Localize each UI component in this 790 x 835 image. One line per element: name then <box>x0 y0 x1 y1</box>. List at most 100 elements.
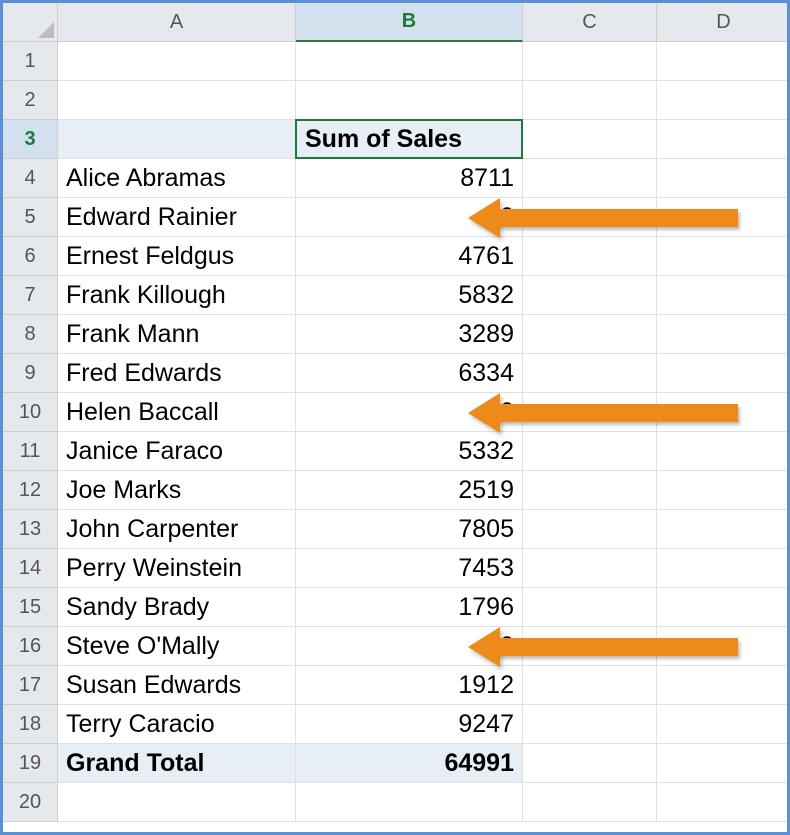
row-header-19[interactable]: 19 <box>3 744 58 783</box>
cell-B8[interactable]: 3289 <box>296 315 523 354</box>
spreadsheet-grid[interactable]: ABCD123Sum of Sales4Alice Abramas87115Ed… <box>3 3 787 822</box>
cell-C12[interactable] <box>523 471 657 510</box>
col-header-A[interactable]: A <box>58 3 296 42</box>
cell-D6[interactable] <box>657 237 790 276</box>
cell-D20[interactable] <box>657 783 790 822</box>
cell-A12[interactable]: Joe Marks <box>58 471 296 510</box>
row-header-16[interactable]: 16 <box>3 627 58 666</box>
cell-B5[interactable]: 0 <box>296 198 523 237</box>
cell-D14[interactable] <box>657 549 790 588</box>
cell-D19[interactable] <box>657 744 790 783</box>
cell-B19[interactable]: 64991 <box>296 744 523 783</box>
row-header-11[interactable]: 11 <box>3 432 58 471</box>
col-header-D[interactable]: D <box>657 3 790 42</box>
row-header-12[interactable]: 12 <box>3 471 58 510</box>
cell-B10[interactable]: 0 <box>296 393 523 432</box>
cell-C5[interactable] <box>523 198 657 237</box>
cell-A8[interactable]: Frank Mann <box>58 315 296 354</box>
cell-B2[interactable] <box>296 81 523 120</box>
row-header-13[interactable]: 13 <box>3 510 58 549</box>
cell-A13[interactable]: John Carpenter <box>58 510 296 549</box>
row-header-1[interactable]: 1 <box>3 42 58 81</box>
cell-A7[interactable]: Frank Killough <box>58 276 296 315</box>
cell-C6[interactable] <box>523 237 657 276</box>
cell-A20[interactable] <box>58 783 296 822</box>
cell-D7[interactable] <box>657 276 790 315</box>
cell-C16[interactable] <box>523 627 657 666</box>
cell-C17[interactable] <box>523 666 657 705</box>
cell-B15[interactable]: 1796 <box>296 588 523 627</box>
cell-B3[interactable]: Sum of Sales <box>295 119 523 159</box>
cell-B1[interactable] <box>296 42 523 81</box>
row-header-18[interactable]: 18 <box>3 705 58 744</box>
cell-C2[interactable] <box>523 81 657 120</box>
row-header-4[interactable]: 4 <box>3 159 58 198</box>
cell-A15[interactable]: Sandy Brady <box>58 588 296 627</box>
cell-A2[interactable] <box>58 81 296 120</box>
cell-C10[interactable] <box>523 393 657 432</box>
cell-A16[interactable]: Steve O'Mally <box>58 627 296 666</box>
cell-C15[interactable] <box>523 588 657 627</box>
col-header-C[interactable]: C <box>523 3 657 42</box>
row-header-20[interactable]: 20 <box>3 783 58 822</box>
cell-A10[interactable]: Helen Baccall <box>58 393 296 432</box>
col-header-B[interactable]: B <box>296 3 523 42</box>
cell-C14[interactable] <box>523 549 657 588</box>
row-header-5[interactable]: 5 <box>3 198 58 237</box>
cell-B4[interactable]: 8711 <box>296 159 523 198</box>
cell-D2[interactable] <box>657 81 790 120</box>
cell-B13[interactable]: 7805 <box>296 510 523 549</box>
cell-C7[interactable] <box>523 276 657 315</box>
cell-B14[interactable]: 7453 <box>296 549 523 588</box>
cell-A6[interactable]: Ernest Feldgus <box>58 237 296 276</box>
cell-D11[interactable] <box>657 432 790 471</box>
cell-A14[interactable]: Perry Weinstein <box>58 549 296 588</box>
cell-A11[interactable]: Janice Faraco <box>58 432 296 471</box>
cell-A5[interactable]: Edward Rainier <box>58 198 296 237</box>
row-header-6[interactable]: 6 <box>3 237 58 276</box>
cell-A19[interactable]: Grand Total <box>58 744 296 783</box>
row-header-7[interactable]: 7 <box>3 276 58 315</box>
cell-C20[interactable] <box>523 783 657 822</box>
cell-A9[interactable]: Fred Edwards <box>58 354 296 393</box>
row-header-17[interactable]: 17 <box>3 666 58 705</box>
row-header-14[interactable]: 14 <box>3 549 58 588</box>
cell-C8[interactable] <box>523 315 657 354</box>
cell-D9[interactable] <box>657 354 790 393</box>
row-header-8[interactable]: 8 <box>3 315 58 354</box>
row-header-2[interactable]: 2 <box>3 81 58 120</box>
cell-C13[interactable] <box>523 510 657 549</box>
cell-D16[interactable] <box>657 627 790 666</box>
select-all-corner[interactable] <box>3 3 58 42</box>
cell-B11[interactable]: 5332 <box>296 432 523 471</box>
cell-D12[interactable] <box>657 471 790 510</box>
cell-C3[interactable] <box>523 120 657 159</box>
cell-C4[interactable] <box>523 159 657 198</box>
cell-D17[interactable] <box>657 666 790 705</box>
cell-C19[interactable] <box>523 744 657 783</box>
cell-D8[interactable] <box>657 315 790 354</box>
cell-C1[interactable] <box>523 42 657 81</box>
cell-B20[interactable] <box>296 783 523 822</box>
cell-D10[interactable] <box>657 393 790 432</box>
cell-B12[interactable]: 2519 <box>296 471 523 510</box>
cell-D4[interactable] <box>657 159 790 198</box>
cell-A3[interactable] <box>58 120 296 159</box>
cell-C18[interactable] <box>523 705 657 744</box>
row-header-10[interactable]: 10 <box>3 393 58 432</box>
cell-D1[interactable] <box>657 42 790 81</box>
cell-B6[interactable]: 4761 <box>296 237 523 276</box>
cell-B9[interactable]: 6334 <box>296 354 523 393</box>
row-header-3[interactable]: 3 <box>3 120 58 159</box>
cell-D13[interactable] <box>657 510 790 549</box>
cell-D3[interactable] <box>657 120 790 159</box>
cell-D5[interactable] <box>657 198 790 237</box>
cell-C9[interactable] <box>523 354 657 393</box>
cell-D18[interactable] <box>657 705 790 744</box>
cell-D15[interactable] <box>657 588 790 627</box>
cell-A4[interactable]: Alice Abramas <box>58 159 296 198</box>
cell-A17[interactable]: Susan Edwards <box>58 666 296 705</box>
cell-A1[interactable] <box>58 42 296 81</box>
row-header-9[interactable]: 9 <box>3 354 58 393</box>
cell-B17[interactable]: 1912 <box>296 666 523 705</box>
